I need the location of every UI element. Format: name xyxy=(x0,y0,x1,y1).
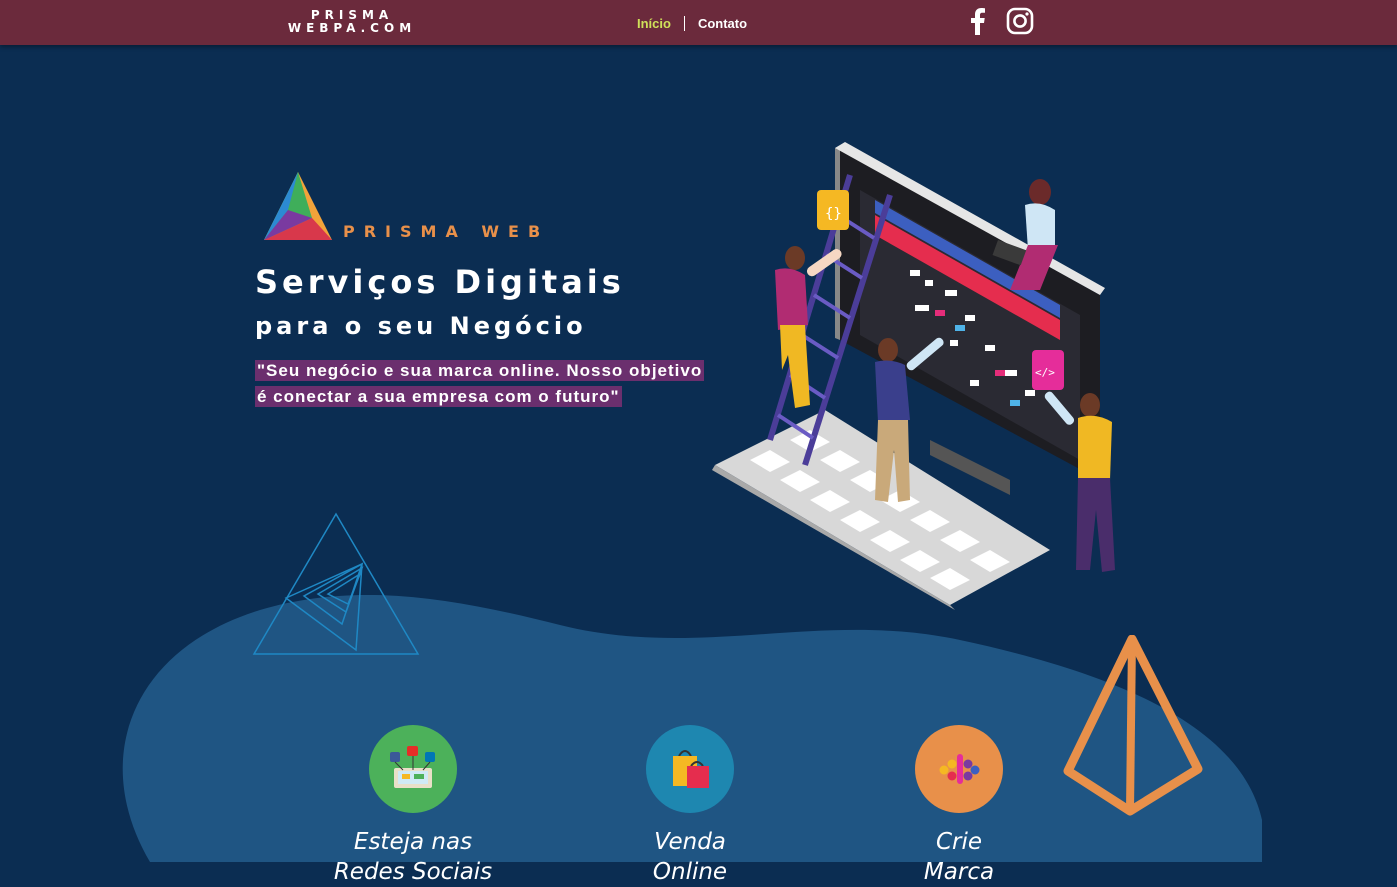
top-navigation-bar: PRISMA WEBPA.COM Início Contato xyxy=(0,0,1397,45)
prisma-logo-icon xyxy=(264,172,332,240)
social-links xyxy=(966,7,1034,35)
brand-button[interactable] xyxy=(915,725,1003,813)
nav-contact-link[interactable]: Contato xyxy=(685,16,747,31)
hero-title: Serviços Digitais xyxy=(255,263,625,301)
social-media-button[interactable] xyxy=(369,725,457,813)
service-social-label: Esteja nas Redes Sociais xyxy=(293,827,533,887)
brand-dots-icon xyxy=(939,754,980,784)
service-brand-label: Crie Marca xyxy=(839,827,1079,887)
service-social-line-1: Esteja nas xyxy=(353,829,473,855)
facebook-icon[interactable] xyxy=(966,7,988,35)
hero-subtitle: para o seu Negócio xyxy=(255,312,587,340)
tagline-line-1: "Seu negócio e sua marca online. Nosso o… xyxy=(255,360,705,381)
logo-wordmark: PRISMA WEB xyxy=(343,222,550,241)
social-media-icon xyxy=(390,746,435,788)
main-nav: Início Contato xyxy=(637,10,747,37)
service-brand: Crie Marca xyxy=(839,725,1079,887)
decorative-prism-icon xyxy=(1063,635,1203,816)
service-shop-label: Venda Online xyxy=(570,827,810,887)
service-brand-line-1: Crie xyxy=(935,829,983,855)
nav-home-link[interactable]: Início xyxy=(637,16,685,31)
shopping-bags-icon xyxy=(673,750,709,788)
decorative-triangle-outline xyxy=(252,512,420,655)
brand-line-2: WEBPA.COM xyxy=(287,21,417,35)
shopping-button[interactable] xyxy=(646,725,734,813)
instagram-icon[interactable] xyxy=(1006,7,1034,35)
svg-text:</>: </> xyxy=(1035,366,1055,379)
site-brand[interactable]: PRISMA WEBPA.COM xyxy=(272,9,432,35)
hero-tagline: "Seu negócio e sua marca online. Nosso o… xyxy=(255,358,745,410)
service-shop-line-1: Venda xyxy=(654,829,726,855)
service-shop: Venda Online xyxy=(570,725,810,887)
svg-text:{}: {} xyxy=(825,206,842,222)
tagline-line-2: é conectar a sua empresa com o futuro" xyxy=(255,386,622,407)
developers-illustration: {} </> xyxy=(712,142,1115,610)
service-social: Esteja nas Redes Sociais xyxy=(293,725,533,887)
